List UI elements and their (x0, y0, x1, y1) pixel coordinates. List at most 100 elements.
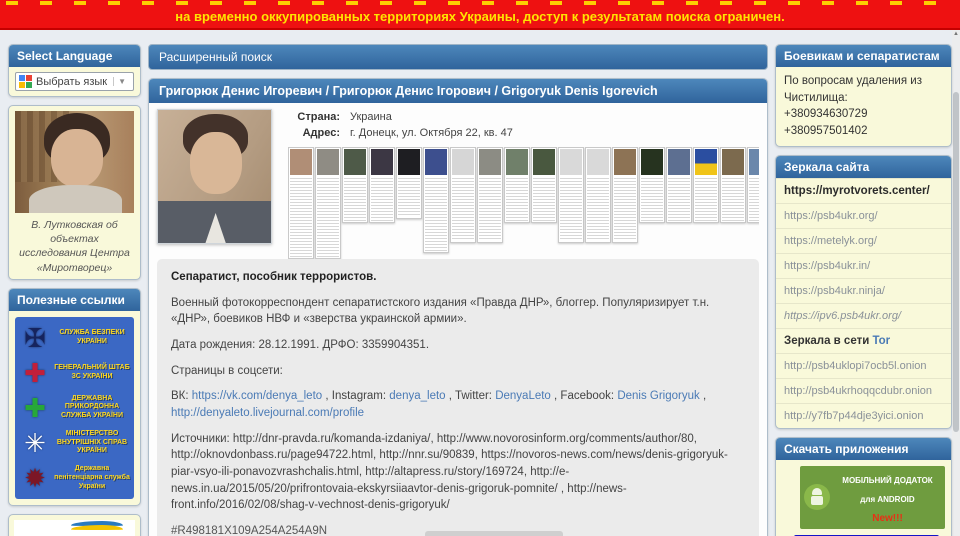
informnapalm-banner[interactable]: InformNapalm (14, 520, 135, 536)
link-border-service[interactable]: ✚ ДЕРЖАВНА ПРИКОРДОННА СЛУЖБА УКРАЇНИ (19, 395, 130, 421)
interior-ministry-star-icon: ✳ (24, 428, 46, 459)
link-penitentiary-service-label: Державна пенітенціарна служба України (54, 465, 130, 490)
page-thumbnail[interactable] (450, 147, 476, 243)
page-thumbnail[interactable] (612, 147, 638, 243)
thumbnail-image (695, 149, 717, 175)
thumbnail-image (641, 149, 663, 175)
social-text: , Facebook: (550, 390, 618, 403)
warning-banner: на временно оккупированных территориях У… (0, 0, 960, 30)
lutkovska-photo[interactable] (15, 111, 134, 213)
page-thumbnail[interactable] (639, 147, 665, 223)
thumbnail-image (560, 149, 582, 175)
link-general-staff-label: ГЕНЕРАЛЬНИЙ ШТАБ ЗС УКРАЇНИ (54, 363, 130, 380)
page-thumbnail[interactable] (423, 147, 449, 253)
link-interior-ministry-label: МІНІСТЕРСТВО ВНУТРІШНІХ СПРАВ УКРАЇНИ (56, 429, 128, 455)
vertical-scrollbar[interactable]: ▲ (952, 30, 960, 536)
page-thumbnail[interactable] (477, 147, 503, 243)
lutkovska-video-box: В. Лутковская об объектах исследования Ц… (8, 105, 141, 280)
page-thumbnail[interactable] (720, 147, 746, 223)
page-thumbnail[interactable] (531, 147, 557, 223)
page-thumbnail[interactable] (396, 147, 422, 219)
right-sidebar: Боевикам и сепаратистам По вопросам удал… (775, 44, 952, 536)
agency-links-panel: ✠ СЛУЖБА БЕЗПЕКИ УКРАЇНИ ✚ ГЕНЕРАЛЬНИЙ Ш… (15, 316, 134, 500)
sources-line: Источники: http://dnr-pravda.ru/komanda-… (171, 431, 745, 514)
militants-body: По вопросам удаления из Чистилища: +3809… (776, 67, 951, 146)
tor-mirror-2[interactable]: http://y7fb7p44dje3yici.onion (776, 402, 951, 428)
profile-card: Григорюк Денис Игоревич / Григорюк Денис… (148, 78, 768, 536)
language-selector-label: Выбрать язык (36, 75, 108, 88)
mirror-link-1[interactable]: https://psb4ukr.org/ (776, 202, 951, 228)
mirror-link-4[interactable]: https://psb4ukr.ninja/ (776, 277, 951, 303)
social-link[interactable]: http://denyaleto.livejournal.com/profile (171, 407, 364, 419)
tor-mirror-1[interactable]: http://psb4ukrhoqqcdubr.onion (776, 377, 951, 403)
google-translate-icon (19, 75, 32, 88)
language-selector[interactable]: Выбрать язык ▼ (15, 72, 134, 91)
page-thumbnail[interactable] (666, 147, 692, 223)
tor-mirror-0[interactable]: http://psb4uklopi7ocb5l.onion (776, 352, 951, 378)
thumbnail-image (452, 149, 474, 175)
social-link[interactable]: https://vk.com/denya_leto (192, 390, 322, 402)
advanced-search-link[interactable]: Расширенный поиск (148, 44, 768, 70)
link-sbu[interactable]: ✠ СЛУЖБА БЕЗПЕКИ УКРАЇНИ (19, 325, 130, 351)
page-thumbnail[interactable] (315, 147, 341, 259)
profile-summary: Сепаратист, пособник террористов. (171, 271, 377, 283)
thumbnail-text-lines (506, 176, 528, 221)
profile-photo[interactable] (157, 109, 272, 244)
link-interior-ministry[interactable]: ✳ МІНІСТЕРСТВО ВНУТРІШНІХ СПРАВ УКРАЇНИ (19, 430, 130, 456)
thumbnail-text-lines (695, 176, 717, 221)
link-border-service-label: ДЕРЖАВНА ПРИКОРДОННА СЛУЖБА УКРАЇНИ (61, 394, 123, 420)
page-thumbnail[interactable] (693, 147, 719, 223)
scroll-up-arrow[interactable]: ▲ (952, 31, 960, 37)
thumbnail-text-lines (749, 176, 759, 221)
social-links-line: ВК: https://vk.com/denya_leto , Instagra… (171, 388, 745, 421)
thumbnail-image (614, 149, 636, 175)
mirror-link-0[interactable]: https://myrotvorets.center/ (776, 177, 951, 203)
link-general-staff[interactable]: ✚ ГЕНЕРАЛЬНИЙ ШТАБ ЗС УКРАЇНИ (19, 360, 130, 386)
thumbnail-strip (288, 147, 759, 259)
thumbnail-text-lines (290, 176, 312, 257)
social-link[interactable]: denya_leto (389, 390, 445, 402)
android-app-banner[interactable]: МОБІЛЬНИЙ ДОДАТОК для ANDROID New!!! (800, 465, 945, 530)
wave-flag-icon (71, 521, 123, 531)
mirror-link-5[interactable]: https://ipv6.psb4ukr.org/ (776, 302, 951, 328)
apps-box: Скачать приложения МОБІЛЬНИЙ ДОДАТОК для… (775, 436, 952, 536)
country-row: Страна: Украина (288, 111, 759, 123)
page-thumbnail[interactable] (504, 147, 530, 223)
militants-header: Боевикам и сепаратистам (776, 45, 951, 67)
page-thumbnail[interactable] (747, 147, 759, 223)
mirror-link-3[interactable]: https://psb4ukr.in/ (776, 252, 951, 278)
android-robot-icon (804, 484, 830, 511)
thumbnail-image (290, 149, 312, 175)
thumbnail-text-lines (641, 176, 663, 221)
border-service-cross-icon: ✚ (24, 392, 46, 423)
militants-box: Боевикам и сепаратистам По вопросам удал… (775, 44, 952, 147)
profile-title[interactable]: Григорюк Денис Игоревич / Григорюк Денис… (149, 79, 767, 103)
thumbnail-image (371, 149, 393, 175)
thumbnail-image (425, 149, 447, 175)
page-thumbnail[interactable] (288, 147, 314, 259)
thumbnail-text-lines (587, 176, 609, 241)
profile-description: Военный фотокорреспондент сепаратистског… (171, 296, 710, 326)
scrollbar-thumb[interactable] (953, 92, 959, 432)
page-thumbnail[interactable] (585, 147, 611, 243)
social-link[interactable]: Denis Grigoryuk (617, 390, 699, 402)
mirrors-box: Зеркала сайта https://myrotvorets.center… (775, 154, 952, 429)
page-thumbnail[interactable] (342, 147, 368, 223)
tor-link[interactable]: Tor (872, 335, 890, 347)
chevron-down-icon[interactable]: ▼ (113, 77, 126, 86)
page-thumbnail[interactable] (369, 147, 395, 223)
country-label: Страна: (297, 111, 340, 123)
page-thumbnail[interactable] (558, 147, 584, 243)
thumbnail-image (668, 149, 690, 175)
left-sidebar: Select Language Выбрать язык ▼ В. Лутков… (8, 44, 141, 536)
address-label: Адрес: (302, 127, 340, 139)
thumbnail-image (344, 149, 366, 175)
social-heading: Страницы в соцсети: (171, 364, 283, 377)
warning-banner-text: на временно оккупированных территориях У… (175, 9, 785, 24)
mirror-link-2[interactable]: https://metelyk.org/ (776, 227, 951, 253)
thumbnail-image (722, 149, 744, 175)
social-link[interactable]: DenyaLeto (495, 390, 551, 402)
link-penitentiary-service[interactable]: ✹ Державна пенітенціарна служба України (19, 465, 130, 491)
thumbnail-text-lines (371, 176, 393, 221)
sources-urls: http://dnr-pravda.ru/komanda-izdaniya/, … (171, 432, 728, 512)
